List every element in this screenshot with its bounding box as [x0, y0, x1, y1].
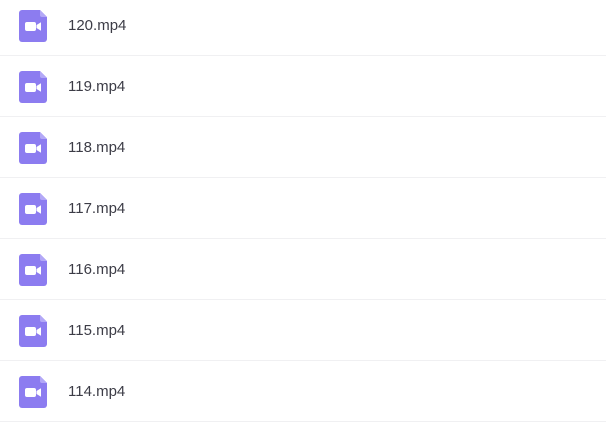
- file-list: 120.mp4 119.mp4 118.mp4 117.mp4 116.mp4 …: [0, 0, 606, 422]
- file-row-114[interactable]: 114.mp4: [0, 361, 606, 422]
- file-name: 116.mp4: [68, 261, 126, 278]
- file-name: 115.mp4: [68, 322, 126, 339]
- file-name: 114.mp4: [68, 383, 126, 400]
- video-file-icon: [19, 10, 47, 42]
- file-row-118[interactable]: 118.mp4: [0, 117, 606, 178]
- file-row-117[interactable]: 117.mp4: [0, 178, 606, 239]
- video-file-icon: [19, 376, 47, 408]
- file-row-120[interactable]: 120.mp4: [0, 0, 606, 56]
- video-file-icon: [19, 315, 47, 347]
- video-file-icon: [19, 71, 47, 103]
- file-row-119[interactable]: 119.mp4: [0, 56, 606, 117]
- file-name: 119.mp4: [68, 78, 126, 95]
- file-name: 120.mp4: [68, 17, 127, 34]
- video-file-icon: [19, 132, 47, 164]
- file-name: 118.mp4: [68, 139, 126, 156]
- video-file-icon: [19, 254, 47, 286]
- file-name: 117.mp4: [68, 200, 126, 217]
- video-file-icon: [19, 193, 47, 225]
- file-row-116[interactable]: 116.mp4: [0, 239, 606, 300]
- file-row-115[interactable]: 115.mp4: [0, 300, 606, 361]
